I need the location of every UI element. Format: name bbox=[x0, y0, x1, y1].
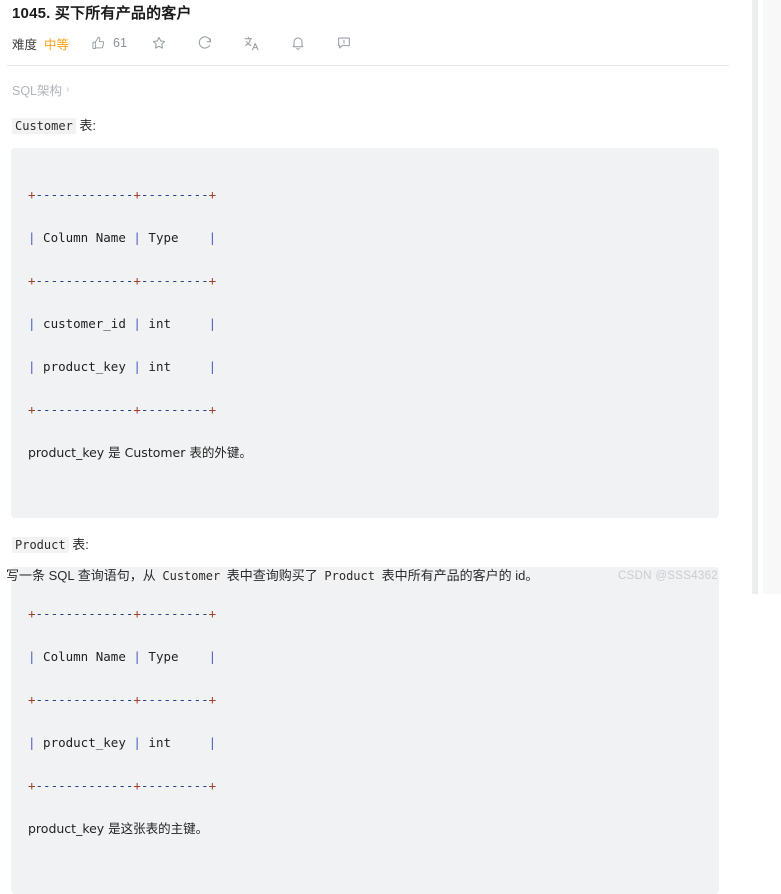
question-part-1: 写一条 SQL 查询语句，从 bbox=[6, 568, 160, 583]
translate-icon[interactable] bbox=[243, 32, 260, 54]
difficulty-label: 难度 bbox=[12, 37, 38, 52]
right-rail-panel bbox=[758, 0, 781, 594]
thumbs-up-icon[interactable] bbox=[91, 32, 106, 54]
code-line: | Column Name | Type | bbox=[28, 229, 217, 245]
share-icon[interactable] bbox=[197, 32, 213, 54]
code-line: +-------------+---------+ bbox=[28, 272, 217, 288]
section-heading-suffix: 表: bbox=[75, 118, 97, 133]
content-column: 1045. 买下所有产品的客户 难度 中等 61 SQL架构 › Custome… bbox=[0, 0, 752, 894]
bell-icon[interactable] bbox=[290, 32, 306, 54]
breadcrumb-item-sql-schema[interactable]: SQL架构 bbox=[12, 80, 62, 99]
code-line: +-------------+---------+ bbox=[28, 401, 217, 417]
code-line: +-------------+---------+ bbox=[28, 691, 217, 707]
code-line: | product_key | int | bbox=[28, 734, 217, 750]
code-line: | Column Name | Type | bbox=[28, 648, 217, 664]
meta-action-bar: 难度 中等 61 bbox=[6, 25, 742, 56]
inline-code-customer-2: Customer bbox=[159, 568, 224, 584]
inline-code-product-2: Product bbox=[321, 568, 378, 584]
code-line: +-------------+---------+ bbox=[28, 605, 217, 621]
right-rail-inner bbox=[759, 0, 781, 594]
like-button[interactable]: 61 bbox=[91, 32, 127, 54]
question-part-3: 表中所有产品的客户的 id。 bbox=[377, 568, 539, 583]
like-count: 61 bbox=[113, 36, 127, 50]
breadcrumb[interactable]: SQL架构 › bbox=[6, 66, 742, 99]
section-heading-product: Product 表: bbox=[6, 535, 742, 555]
code-note: product_key 是 Customer 表的外键。 bbox=[28, 444, 252, 460]
question-statement: 写一条 SQL 查询语句，从 Customer 表中查询购买了 Product … bbox=[6, 566, 538, 586]
comment-icon[interactable] bbox=[336, 32, 352, 54]
inline-code-customer: Customer bbox=[12, 118, 76, 134]
code-line: | customer_id | int | bbox=[28, 315, 217, 331]
difficulty-badge: 中等 bbox=[44, 37, 70, 52]
watermark: CSDN @SSS4362 bbox=[618, 570, 718, 582]
page-title: 1045. 买下所有产品的客户 bbox=[12, 5, 192, 22]
chevron-right-icon: › bbox=[66, 84, 70, 95]
code-line: | product_key | int | bbox=[28, 358, 217, 374]
code-block-customer-schema: +-------------+---------+ | Column Name … bbox=[11, 148, 719, 518]
page-root: 1045. 买下所有产品的客户 难度 中等 61 SQL架构 › Custome… bbox=[0, 0, 781, 894]
section-heading-suffix: 表: bbox=[68, 537, 89, 552]
inline-code-product: Product bbox=[12, 537, 69, 553]
code-line: +-------------+---------+ bbox=[28, 186, 217, 202]
question-part-2: 表中查询购买了 bbox=[223, 568, 322, 583]
star-icon[interactable] bbox=[151, 32, 167, 54]
section-heading-customer: Customer 表: bbox=[6, 116, 742, 136]
code-line: +-------------+---------+ bbox=[28, 777, 217, 793]
code-block-product-schema: +-------------+---------+ | Column Name … bbox=[11, 567, 719, 894]
code-note: product_key 是这张表的主键。 bbox=[28, 820, 209, 836]
